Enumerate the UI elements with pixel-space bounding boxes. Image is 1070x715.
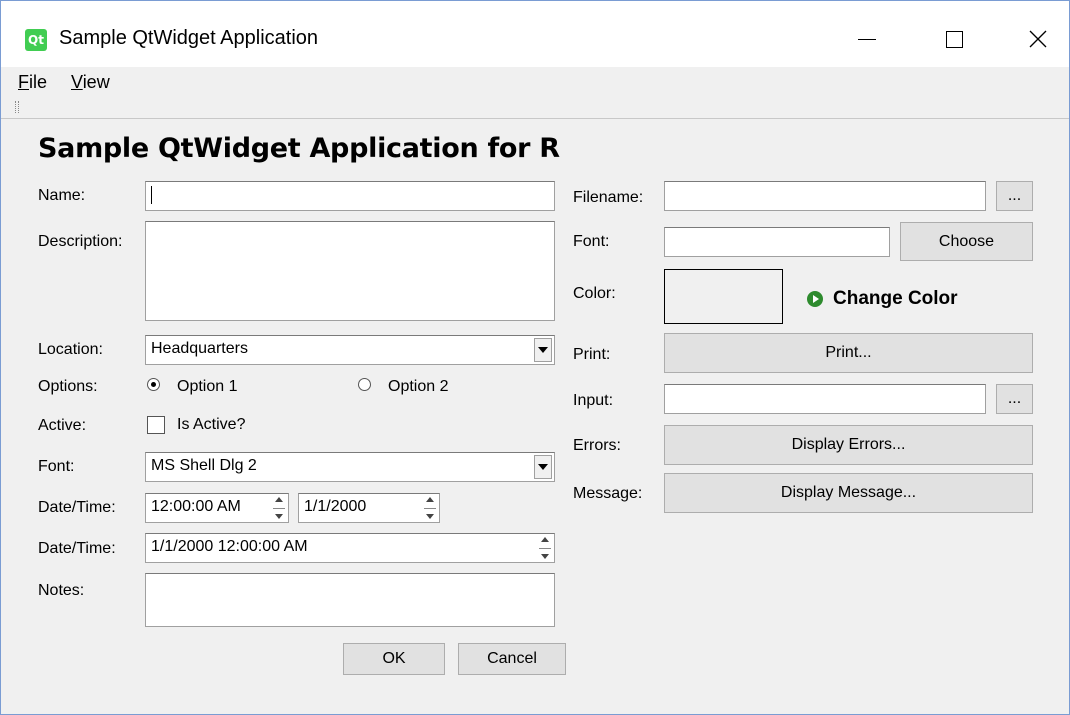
title-bar: Qt Sample QtWidget Application (1, 1, 1069, 67)
spin-divider (424, 507, 436, 509)
menu-view-rest: iew (82, 72, 110, 92)
chevron-down-icon (538, 347, 548, 353)
menu-view[interactable]: View (71, 72, 110, 93)
datetime-spinner[interactable] (538, 537, 552, 559)
location-value: Headquarters (151, 340, 248, 357)
option1-label[interactable]: Option 1 (177, 378, 237, 396)
notes-label: Notes: (38, 582, 85, 599)
filename-input[interactable] (664, 181, 986, 211)
location-combobox[interactable]: Headquarters (145, 335, 555, 365)
menu-file[interactable]: File (18, 72, 47, 93)
name-input[interactable] (145, 181, 555, 211)
minimize-icon (858, 38, 876, 40)
spin-up-icon[interactable] (275, 497, 283, 502)
toolbar (1, 97, 1069, 119)
menu-view-mnemonic: V (71, 72, 83, 92)
spin-up-icon[interactable] (541, 537, 549, 542)
print-label: Print: (573, 346, 611, 363)
option2-label[interactable]: Option 2 (388, 378, 448, 396)
font-right-label: Font: (573, 233, 610, 250)
description-label: Description: (38, 233, 123, 250)
option1-radio[interactable] (147, 378, 160, 391)
spin-divider (539, 547, 551, 549)
datetime2-label: Date/Time: (38, 540, 116, 557)
text-caret (151, 186, 152, 204)
display-errors-button[interactable]: Display Errors... (664, 425, 1033, 465)
spin-divider (273, 507, 285, 509)
filename-label: Filename: (573, 189, 644, 206)
menu-bar: File View (1, 67, 1069, 97)
spin-up-icon[interactable] (426, 497, 434, 502)
datetime-edit[interactable]: 1/1/2000 12:00:00 AM (145, 533, 555, 563)
qt-logo-icon: Qt (25, 29, 47, 51)
datetime-value: 1/1/2000 12:00:00 AM (151, 538, 308, 555)
menu-file-mnemonic: F (18, 72, 29, 92)
print-button[interactable]: Print... (664, 333, 1033, 373)
maximize-icon (945, 30, 963, 48)
arrow-icon-glyph (813, 295, 819, 303)
minimize-button[interactable] (844, 17, 890, 61)
toolbar-grip-handle[interactable] (15, 101, 19, 113)
arrow-right-circle-icon (807, 291, 823, 307)
options-label: Options: (38, 378, 98, 395)
font-right-input[interactable] (664, 227, 890, 257)
filename-browse-button[interactable]: ... (996, 181, 1033, 211)
change-color-link[interactable]: Change Color (807, 288, 958, 310)
spin-down-icon[interactable] (275, 514, 283, 519)
color-swatch[interactable] (664, 269, 783, 324)
page-heading: Sample QtWidget Application for R (38, 133, 560, 164)
time-value: 12:00:00 AM (151, 498, 241, 515)
option2-radio[interactable] (358, 378, 371, 391)
input-label: Input: (573, 392, 614, 409)
menu-file-rest: ile (29, 72, 48, 92)
date-edit[interactable]: 1/1/2000 (298, 493, 440, 523)
change-color-label: Change Color (833, 288, 958, 309)
close-button[interactable] (1015, 17, 1061, 61)
errors-label: Errors: (573, 437, 621, 454)
message-label: Message: (573, 485, 643, 502)
spin-down-icon[interactable] (426, 514, 434, 519)
chevron-down-icon (538, 464, 548, 470)
location-dropdown-button[interactable] (534, 338, 552, 362)
font-combobox[interactable]: MS Shell Dlg 2 (145, 452, 555, 482)
window-title: Sample QtWidget Application (59, 27, 319, 49)
name-label: Name: (38, 187, 86, 204)
app-window: Qt Sample QtWidget Application File View… (0, 0, 1070, 715)
is-active-checkbox[interactable] (147, 416, 165, 434)
time-edit[interactable]: 12:00:00 AM (145, 493, 289, 523)
input-field[interactable] (664, 384, 986, 414)
notes-textarea[interactable] (145, 573, 555, 627)
font-value: MS Shell Dlg 2 (151, 457, 257, 474)
date-value: 1/1/2000 (304, 498, 367, 515)
close-icon (1029, 30, 1047, 48)
date-spinner[interactable] (423, 497, 437, 519)
font-label: Font: (38, 458, 75, 475)
active-label: Active: (38, 417, 87, 434)
location-label: Location: (38, 341, 103, 358)
ok-button[interactable]: OK (343, 643, 445, 675)
time-spinner[interactable] (272, 497, 286, 519)
font-dropdown-button[interactable] (534, 455, 552, 479)
input-browse-button[interactable]: ... (996, 384, 1033, 414)
cancel-button[interactable]: Cancel (458, 643, 566, 675)
is-active-label[interactable]: Is Active? (177, 416, 245, 434)
spin-down-icon[interactable] (541, 554, 549, 559)
color-label: Color: (573, 285, 616, 302)
datetime1-label: Date/Time: (38, 499, 116, 516)
maximize-button[interactable] (931, 17, 977, 61)
choose-font-button[interactable]: Choose (900, 222, 1033, 261)
description-textarea[interactable] (145, 221, 555, 321)
display-message-button[interactable]: Display Message... (664, 473, 1033, 513)
